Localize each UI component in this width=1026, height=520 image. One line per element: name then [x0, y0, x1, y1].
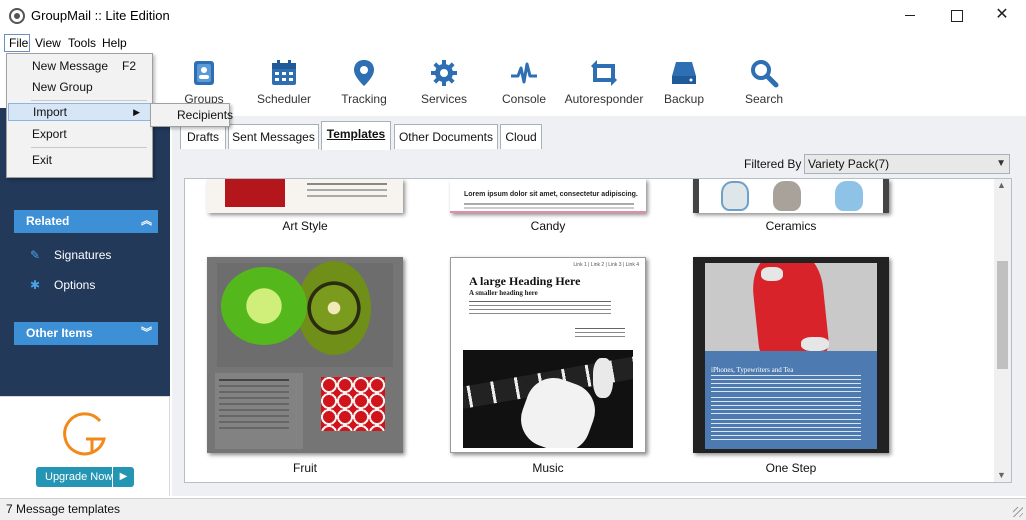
menu-tools[interactable]: Tools — [68, 36, 96, 50]
submenu-arrow-icon: ▶ — [133, 107, 140, 117]
pulse-icon — [511, 62, 537, 84]
menu-separator — [31, 100, 147, 101]
tab-sent-messages[interactable]: Sent Messages — [228, 124, 319, 149]
template-caption: One Step — [765, 461, 817, 475]
template-thumbnail-fruit[interactable] — [207, 257, 403, 453]
maximize-button[interactable] — [933, 0, 979, 32]
content-area: Drafts Sent Messages Templates Other Doc… — [172, 116, 1026, 496]
toolbar-search-button[interactable]: Search — [724, 58, 804, 106]
filter-label: Filtered By : — [744, 157, 809, 171]
file-menu-dropdown: New Message F2 New Group Import ▶ Export… — [6, 53, 153, 178]
menu-item-export[interactable]: Export — [7, 124, 152, 144]
minimize-button[interactable] — [887, 0, 933, 32]
template-thumbnail-ceramics[interactable] — [693, 179, 889, 213]
toolbar-backup-button[interactable]: Backup — [644, 58, 724, 106]
title-bar: GroupMail :: Lite Edition ✕ — [0, 0, 1026, 32]
menu-help[interactable]: Help — [102, 36, 127, 50]
search-icon — [751, 60, 779, 88]
sidebar-section-other-items[interactable]: Other Items ︾ — [14, 322, 158, 345]
toolbar-scheduler-button[interactable]: Scheduler — [244, 58, 324, 106]
tab-other-documents[interactable]: Other Documents — [394, 124, 498, 149]
gear-icon: ✱ — [30, 278, 41, 292]
template-caption: Fruit — [293, 461, 317, 475]
sidebar-section-related[interactable]: Related ︽ — [14, 210, 158, 233]
menu-separator — [31, 147, 147, 148]
edit-icon: ✎ — [30, 248, 41, 262]
folder-tabs: Drafts Sent Messages Templates Other Doc… — [176, 120, 1016, 150]
scroll-down-icon[interactable]: ▼ — [997, 470, 1006, 480]
template-thumbnail-one-step[interactable]: iPhones, Typewriters and Tea — [693, 257, 889, 453]
template-thumbnail-candy[interactable]: Lorem ipsum dolor sit amet, consectetur … — [450, 179, 646, 213]
chevron-down-icon: ▼ — [996, 158, 1006, 169]
groupmail-logo-icon — [63, 412, 106, 456]
menu-item-exit[interactable]: Exit — [7, 150, 152, 170]
toolbar-console-button[interactable]: Console — [484, 58, 564, 106]
refresh-icon — [591, 60, 617, 86]
app-logo-icon — [9, 8, 25, 24]
toolbar-tracking-button[interactable]: Tracking — [324, 58, 404, 106]
menu-view[interactable]: View — [35, 36, 61, 50]
calendar-icon — [272, 60, 296, 85]
filter-dropdown[interactable]: Variety Pack(7) ▼ — [804, 154, 1010, 174]
scrollbar-thumb[interactable] — [997, 261, 1008, 369]
menu-item-import[interactable]: Import ▶ — [8, 103, 151, 121]
gear-icon — [431, 60, 457, 86]
resize-grip-icon[interactable] — [1013, 507, 1023, 517]
template-caption: Music — [532, 461, 564, 475]
vertical-scrollbar[interactable]: ▲ ▼ — [994, 179, 1011, 482]
toolbar-groups-button[interactable]: Groups — [164, 58, 244, 106]
status-bar: 7 Message templates — [0, 498, 1026, 520]
expand-chevron-icon: ︾ — [141, 327, 152, 339]
groups-icon — [194, 61, 214, 85]
window-title: GroupMail :: Lite Edition — [31, 8, 170, 23]
menu-item-new-message[interactable]: New Message F2 — [7, 56, 152, 76]
menu-item-new-group[interactable]: New Group — [7, 77, 152, 97]
template-thumbnail-music[interactable]: Link 1 | Link 2 | Link 3 | Link 4 A larg… — [450, 257, 646, 453]
menu-bar: File View Tools Help — [0, 34, 200, 52]
toolbar-services-button[interactable]: Services — [404, 58, 484, 106]
tab-drafts[interactable]: Drafts — [180, 124, 226, 149]
import-submenu-recipients[interactable]: Recipients — [150, 103, 233, 127]
template-caption: Ceramics — [765, 219, 817, 233]
location-pin-icon — [354, 60, 374, 86]
status-text: 7 Message templates — [6, 502, 121, 516]
template-thumbnail-art-style[interactable] — [207, 179, 403, 213]
close-button[interactable]: ✕ — [979, 0, 1025, 32]
tab-templates[interactable]: Templates — [321, 121, 391, 150]
drive-icon — [672, 62, 696, 84]
upgrade-now-button[interactable]: Upgrade Now ▶ — [36, 467, 134, 487]
upgrade-panel: Upgrade Now ▶ — [0, 396, 170, 496]
template-gallery: Lorem ipsum dolor sit amet, consectetur … — [184, 178, 1012, 483]
scroll-up-icon[interactable]: ▲ — [997, 180, 1006, 190]
menu-file[interactable]: File — [4, 34, 30, 52]
tab-cloud[interactable]: Cloud — [500, 124, 542, 149]
template-caption: Art Style — [282, 219, 328, 233]
play-arrow-icon: ▶ — [112, 467, 134, 487]
template-caption: Candy — [530, 219, 566, 233]
toolbar-autoresponder-button[interactable]: Autoresponder — [564, 58, 644, 106]
collapse-chevron-icon: ︽ — [141, 215, 152, 227]
main-toolbar: Groups Scheduler Tracking Services Conso… — [170, 52, 1026, 108]
